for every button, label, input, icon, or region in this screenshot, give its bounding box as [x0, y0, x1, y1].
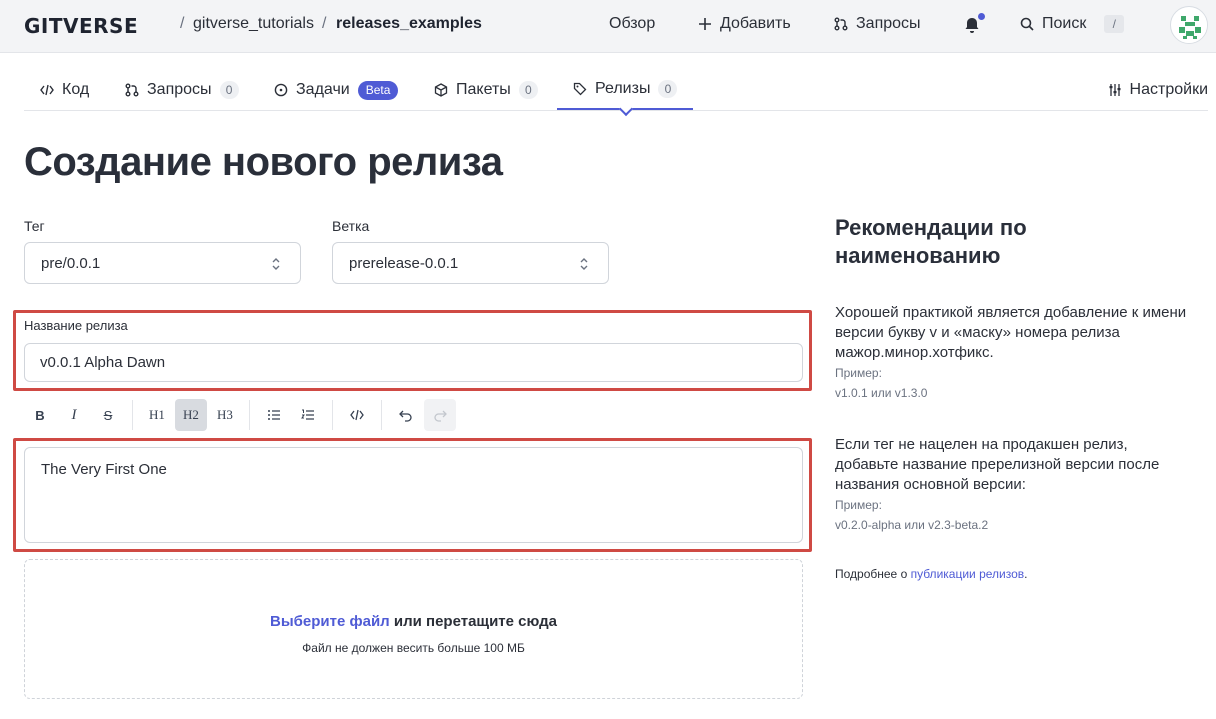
plus-icon	[699, 18, 711, 30]
nav-requests-label: Запросы	[856, 15, 921, 32]
search-button[interactable]: Поиск /	[1020, 15, 1125, 33]
avatar-pattern-icon	[1172, 8, 1207, 43]
toolbar-divider	[249, 400, 250, 430]
strikethrough-icon: S	[103, 407, 113, 423]
ordered-list-icon	[301, 409, 314, 420]
code-icon	[40, 84, 54, 96]
branch-select[interactable]: prerelease-0.0.1	[332, 242, 609, 284]
avatar[interactable]	[1170, 6, 1208, 44]
tab-code-label: Код	[62, 81, 90, 98]
pull-request-icon	[125, 83, 139, 97]
issue-icon	[274, 83, 288, 97]
ordered-list-button[interactable]	[292, 399, 324, 431]
more-info-prefix: Подробнее о	[835, 567, 908, 581]
choose-file-link[interactable]: Выберите файл	[270, 613, 390, 630]
file-dropzone[interactable]: Выберите файл или перетащите сюда Файл н…	[24, 559, 803, 699]
more-info-suffix: .	[1024, 567, 1028, 581]
tab-packages-label: Пакеты	[456, 81, 511, 98]
search-icon	[1020, 17, 1034, 31]
sliders-icon	[1109, 84, 1121, 96]
recommendations-title: Рекомендации по наименованию	[835, 215, 1027, 268]
heading2-button[interactable]: H2	[175, 399, 207, 431]
redo-button[interactable]	[424, 399, 456, 431]
settings-link[interactable]: Настройки	[1108, 70, 1208, 110]
nav-add-label: Добавить	[720, 15, 791, 32]
heading3-icon: H3	[217, 407, 233, 422]
repo-tabs: Код Запросы 0 Задачи Beta Пакеты 0 Релиз…	[24, 70, 1208, 111]
tab-code[interactable]: Код	[24, 70, 105, 110]
bullet-list-button[interactable]	[258, 399, 290, 431]
recommendation-paragraph-1: Хорошей практикой является добавление к …	[835, 304, 1187, 361]
breadcrumb-repo[interactable]: releases_examples	[336, 15, 482, 33]
beta-badge: Beta	[357, 80, 399, 100]
example-value-1: v1.0.1 или v1.3.0	[835, 386, 928, 400]
editor-toolbar: B I S H1 H2 H3	[24, 398, 458, 432]
breadcrumb-owner[interactable]: gitverse_tutorials	[193, 15, 314, 33]
gitverse-logo[interactable]: GITVERSE	[24, 14, 138, 38]
strikethrough-button[interactable]: S	[92, 399, 124, 431]
tab-releases-label: Релизы	[595, 80, 651, 97]
example-value-2: v0.2.0-alpha или v2.3-beta.2	[835, 518, 989, 532]
description-editor[interactable]: The Very First One	[24, 447, 803, 543]
toolbar-divider	[381, 400, 382, 430]
undo-icon	[399, 410, 412, 422]
release-name-input[interactable]: v0.0.1 Alpha Dawn	[24, 343, 803, 382]
bold-button[interactable]: B	[24, 399, 56, 431]
branch-label: Ветка	[332, 218, 370, 234]
recommendation-paragraph-2: Если тег не нацелен на продакшен релиз, …	[835, 436, 1160, 493]
breadcrumb-separator: /	[180, 15, 185, 32]
dropzone-text: Выберите файл или перетащите сюда	[25, 613, 802, 630]
heading3-button[interactable]: H3	[209, 399, 241, 431]
dropzone-drag-text: или перетащите сюда	[393, 613, 557, 630]
bold-icon: B	[35, 407, 45, 423]
package-icon	[434, 83, 448, 97]
toolbar-divider	[132, 400, 133, 430]
heading1-icon: H1	[149, 407, 165, 422]
example-label-2: Пример:	[835, 498, 882, 512]
tab-releases[interactable]: Релизы 0	[557, 70, 694, 110]
heading1-button[interactable]: H1	[141, 399, 173, 431]
branch-select-value: prerelease-0.0.1	[349, 254, 459, 272]
settings-label: Настройки	[1129, 81, 1208, 98]
chevron-up-down-icon	[580, 258, 588, 270]
publishing-releases-link[interactable]: публикации релизов	[911, 567, 1025, 581]
code-button[interactable]	[341, 399, 373, 431]
tag-select-value: pre/0.0.1	[41, 254, 101, 272]
undo-button[interactable]	[390, 399, 422, 431]
chevron-up-down-icon	[272, 258, 280, 270]
tab-requests-count: 0	[219, 81, 239, 99]
search-label: Поиск	[1042, 15, 1087, 32]
tab-packages[interactable]: Пакеты 0	[418, 70, 554, 110]
nav-overview-label: Обзор	[609, 15, 656, 32]
heading2-icon: H2	[183, 407, 199, 422]
top-header: GITVERSE / gitverse_tutorials / releases…	[0, 0, 1216, 53]
tag-icon	[573, 82, 587, 96]
toolbar-divider	[332, 400, 333, 430]
more-info: Подробнее о публикации релизов.	[835, 567, 1027, 581]
page-title: Создание нового релиза	[24, 140, 503, 184]
tab-requests[interactable]: Запросы 0	[109, 70, 255, 110]
dropzone-hint: Файл не должен весить больше 100 МБ	[302, 641, 525, 655]
italic-button[interactable]: I	[58, 399, 90, 431]
pull-request-icon	[834, 17, 848, 31]
breadcrumb-separator: /	[322, 15, 327, 32]
tag-label: Тег	[24, 218, 45, 234]
italic-icon: I	[71, 406, 77, 423]
example-label-1: Пример:	[835, 366, 882, 380]
release-name-label: Название релиза	[24, 318, 128, 333]
nav-add[interactable]: Добавить	[698, 15, 791, 33]
tab-releases-count: 0	[658, 80, 678, 98]
tag-select[interactable]: pre/0.0.1	[24, 242, 301, 284]
tab-requests-label: Запросы	[147, 81, 212, 98]
redo-icon	[434, 410, 447, 422]
notification-dot	[978, 13, 985, 20]
code-icon	[350, 409, 364, 421]
tab-issues-label: Задачи	[296, 81, 350, 98]
tab-packages-count: 0	[518, 81, 538, 99]
nav-overview[interactable]: Обзор	[609, 15, 655, 33]
bullet-list-icon	[268, 410, 280, 420]
tab-issues[interactable]: Задачи Beta	[258, 70, 414, 110]
search-shortcut: /	[1104, 15, 1125, 33]
nav-requests[interactable]: Запросы	[834, 15, 921, 33]
